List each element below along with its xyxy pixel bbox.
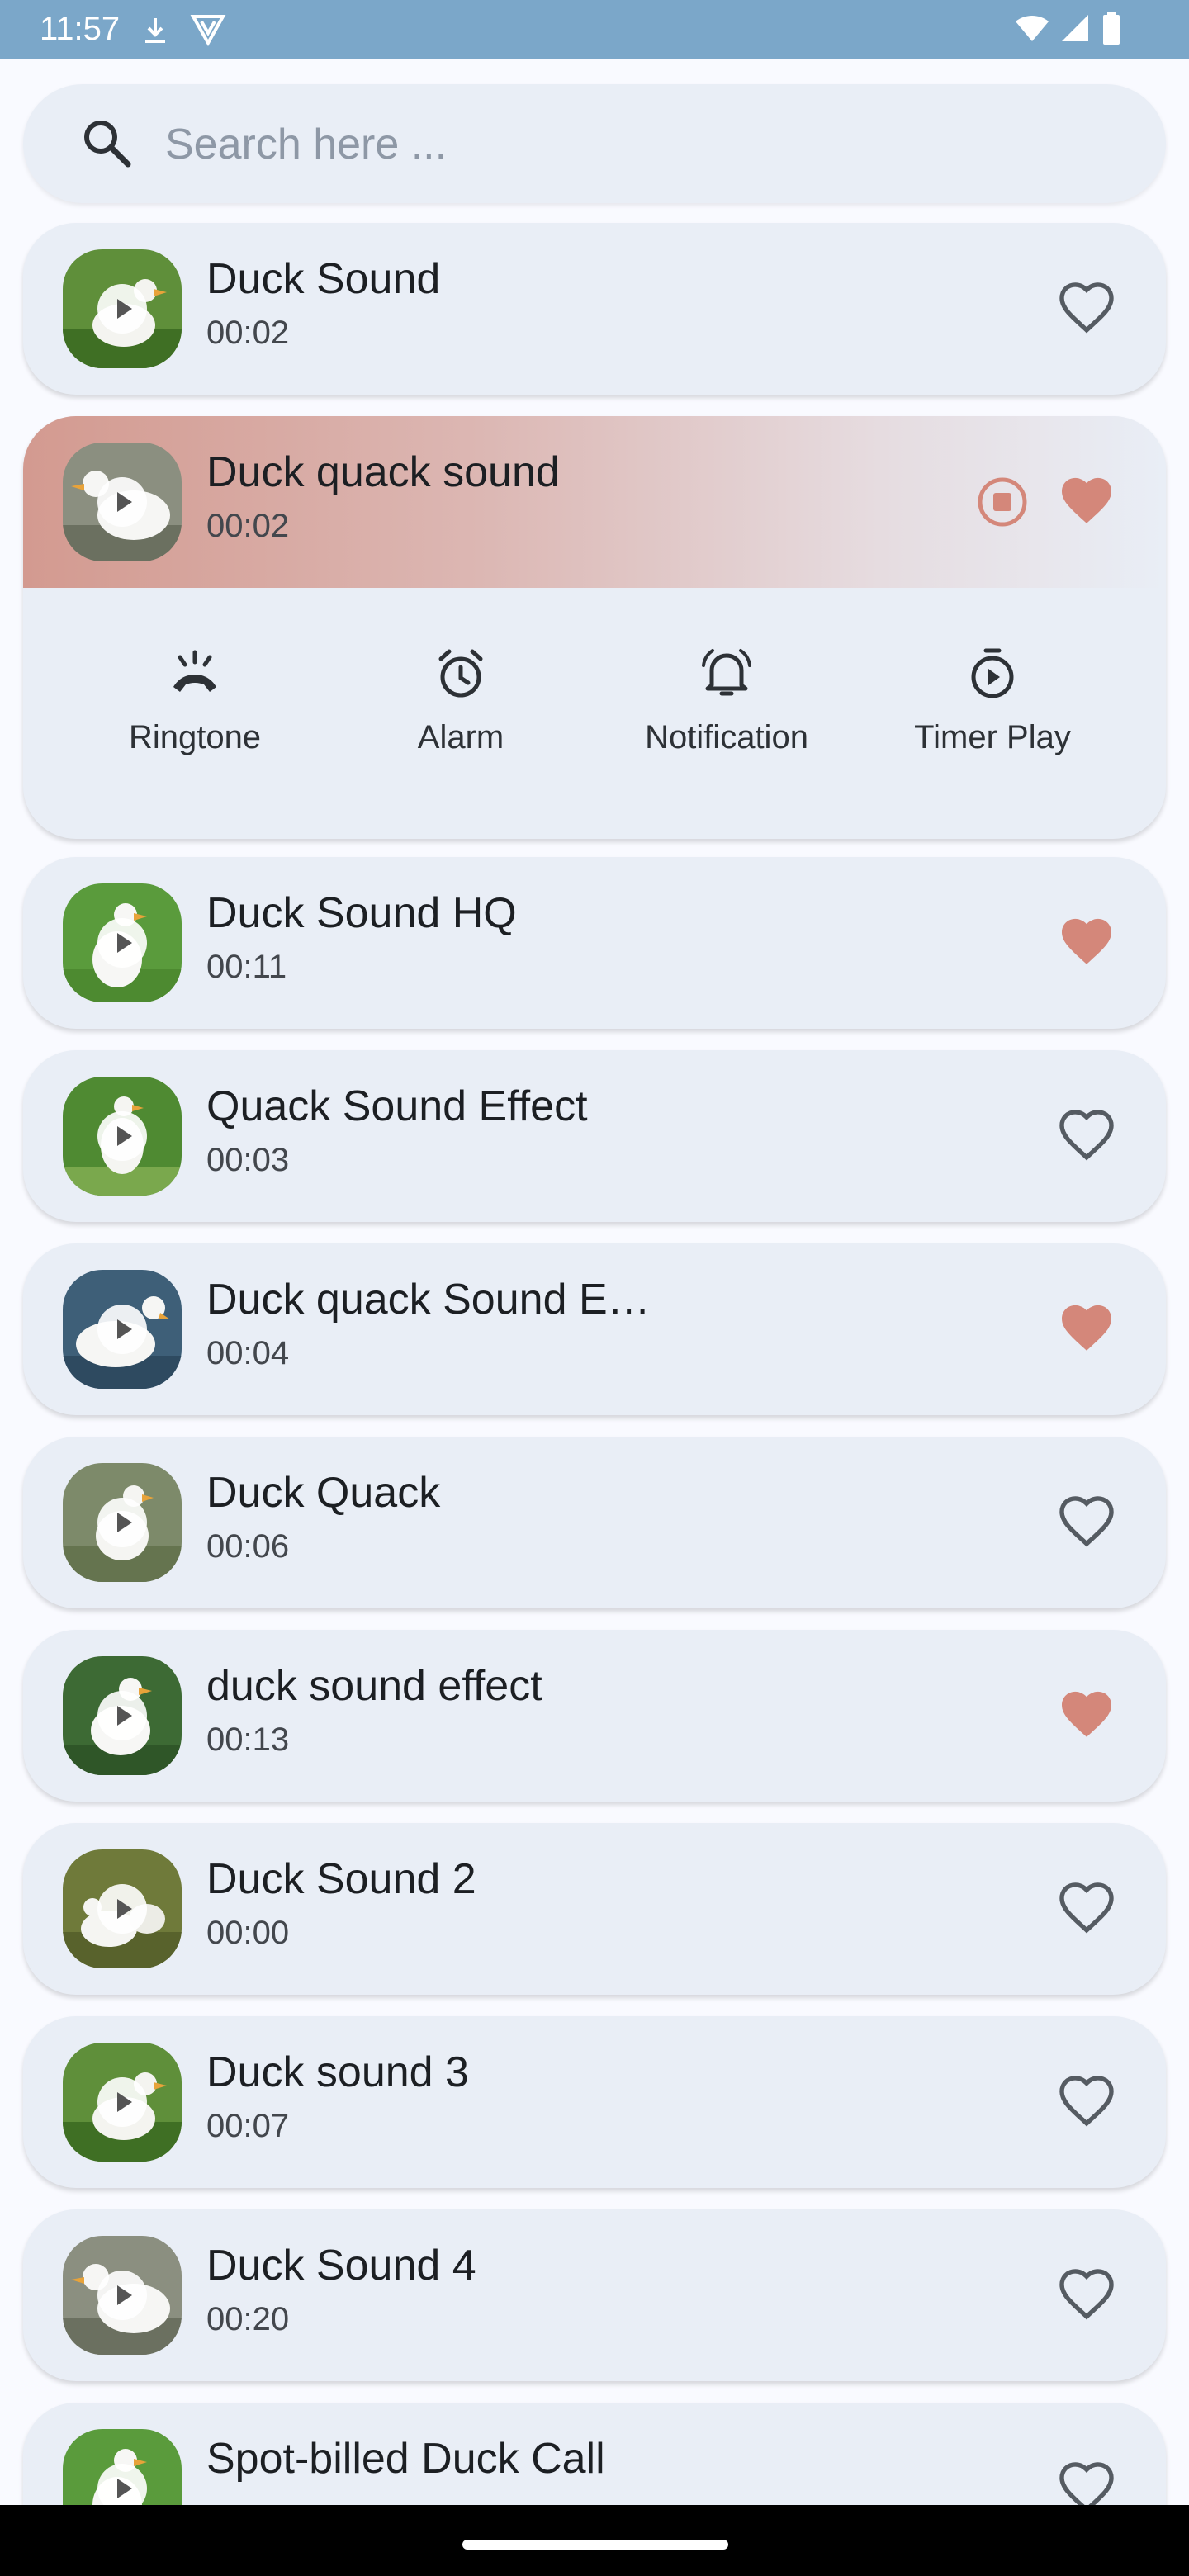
- wifi-icon: [1016, 15, 1049, 41]
- play-icon: [97, 1305, 147, 1354]
- sound-duration: 00:06: [206, 1528, 290, 1565]
- set-notification-button[interactable]: Notification: [594, 644, 859, 758]
- alarm-icon: [438, 649, 483, 698]
- sound-item[interactable]: Duck Quack 00:06: [23, 1437, 1166, 1608]
- sound-title: Duck Sound: [206, 255, 441, 303]
- sound-duration: 00:20: [206, 2301, 290, 2337]
- status-time: 11:57: [40, 11, 121, 47]
- sound-thumbnail[interactable]: [63, 1656, 182, 1775]
- sound-thumbnail[interactable]: [63, 883, 182, 1002]
- sound-thumbnail[interactable]: [63, 1270, 182, 1389]
- stop-icon[interactable]: [974, 474, 1030, 530]
- play-icon: [97, 1111, 147, 1161]
- play-icon: [97, 2271, 147, 2320]
- sound-thumbnail[interactable]: [63, 2043, 182, 2162]
- favorite-outline-icon[interactable]: [1057, 1879, 1116, 1939]
- favorite-filled-icon[interactable]: [1057, 1300, 1116, 1359]
- cell-signal-icon: [1062, 15, 1088, 41]
- download-status-icon: [145, 18, 165, 43]
- sound-thumbnail[interactable]: [63, 2236, 182, 2355]
- play-icon: [97, 1884, 147, 1934]
- sound-thumbnail[interactable]: [63, 443, 182, 561]
- now-playing-row[interactable]: Duck quack sound 00:02: [23, 416, 1166, 588]
- vpn-shield-icon: [190, 15, 226, 46]
- search-icon: [84, 121, 131, 168]
- action-label: Timer Play: [914, 719, 1071, 755]
- play-icon: [97, 284, 147, 334]
- timer-icon: [971, 648, 1014, 698]
- favorite-outline-icon[interactable]: [1057, 2072, 1116, 2132]
- sound-item[interactable]: Duck Sound HQ 00:11: [23, 857, 1166, 1029]
- home-gesture-handle[interactable]: [462, 2540, 728, 2550]
- sound-item-expanded[interactable]: Duck quack sound 00:02 Ringtone Alarm No…: [23, 416, 1166, 839]
- sound-item[interactable]: Duck quack Sound E… 00:04: [23, 1243, 1166, 1415]
- sound-title: Duck Quack: [206, 1469, 441, 1517]
- search-input[interactable]: [163, 109, 1125, 180]
- favorite-outline-icon[interactable]: [1057, 2266, 1116, 2325]
- sound-duration: 00:07: [206, 2108, 290, 2144]
- play-icon: [97, 918, 147, 968]
- sound-title: Duck sound 3: [206, 2048, 469, 2096]
- sound-duration: 00:03: [206, 1142, 290, 1178]
- battery-icon: [1103, 12, 1120, 45]
- sound-duration: 00:13: [206, 1721, 290, 1758]
- sound-title: Duck quack Sound E…: [206, 1276, 651, 1324]
- sound-title: Duck Sound 2: [206, 1855, 476, 1903]
- favorite-filled-icon[interactable]: [1057, 472, 1116, 532]
- sound-title: Quack Sound Effect: [206, 1082, 588, 1130]
- sound-item[interactable]: Duck Sound 2 00:00: [23, 1823, 1166, 1995]
- sound-duration: 00:11: [206, 949, 287, 985]
- sound-title: Spot-billed Duck Call: [206, 2435, 605, 2483]
- system-navigation-bar: [0, 2505, 1189, 2576]
- sound-item[interactable]: Duck Sound 4 00:20: [23, 2209, 1166, 2381]
- sound-thumbnail[interactable]: [63, 249, 182, 368]
- favorite-outline-icon[interactable]: [1057, 279, 1116, 339]
- sound-duration: 00:02: [206, 508, 290, 544]
- play-icon: [97, 1691, 147, 1740]
- sound-title: Duck quack sound: [206, 448, 560, 496]
- sound-item[interactable]: duck sound effect 00:13: [23, 1630, 1166, 1802]
- action-label: Alarm: [417, 719, 504, 755]
- timer-play-button[interactable]: Timer Play: [860, 644, 1125, 758]
- play-icon: [97, 2077, 147, 2127]
- sound-title: duck sound effect: [206, 1662, 542, 1710]
- favorite-filled-icon[interactable]: [1057, 1686, 1116, 1745]
- sound-duration: 00:00: [206, 1915, 290, 1951]
- sound-title: Duck Sound HQ: [206, 889, 517, 937]
- set-alarm-button[interactable]: Alarm: [329, 644, 593, 758]
- favorite-outline-icon[interactable]: [1057, 1106, 1116, 1166]
- sound-item[interactable]: Duck Sound 00:02: [23, 223, 1166, 395]
- action-label: Notification: [645, 719, 808, 755]
- sound-duration: 00:02: [206, 315, 290, 351]
- sound-thumbnail[interactable]: [63, 1077, 182, 1196]
- ringtone-icon: [173, 650, 216, 692]
- status-bar: 11:57: [0, 0, 1189, 59]
- favorite-outline-icon[interactable]: [1057, 1493, 1116, 1552]
- action-label: Ringtone: [128, 719, 262, 755]
- play-icon: [97, 1498, 147, 1547]
- sound-title: Duck Sound 4: [206, 2242, 476, 2290]
- sound-item[interactable]: Duck sound 3 00:07: [23, 2016, 1166, 2188]
- notification-bell-icon: [702, 649, 751, 696]
- sound-duration: 00:04: [206, 1335, 290, 1371]
- play-icon: [97, 477, 147, 527]
- sound-thumbnail[interactable]: [63, 1463, 182, 1582]
- sound-item[interactable]: Quack Sound Effect 00:03: [23, 1050, 1166, 1222]
- favorite-filled-icon[interactable]: [1057, 913, 1116, 973]
- search-bar[interactable]: [23, 84, 1166, 203]
- set-ringtone-button[interactable]: Ringtone: [63, 644, 327, 758]
- sound-thumbnail[interactable]: [63, 1849, 182, 1968]
